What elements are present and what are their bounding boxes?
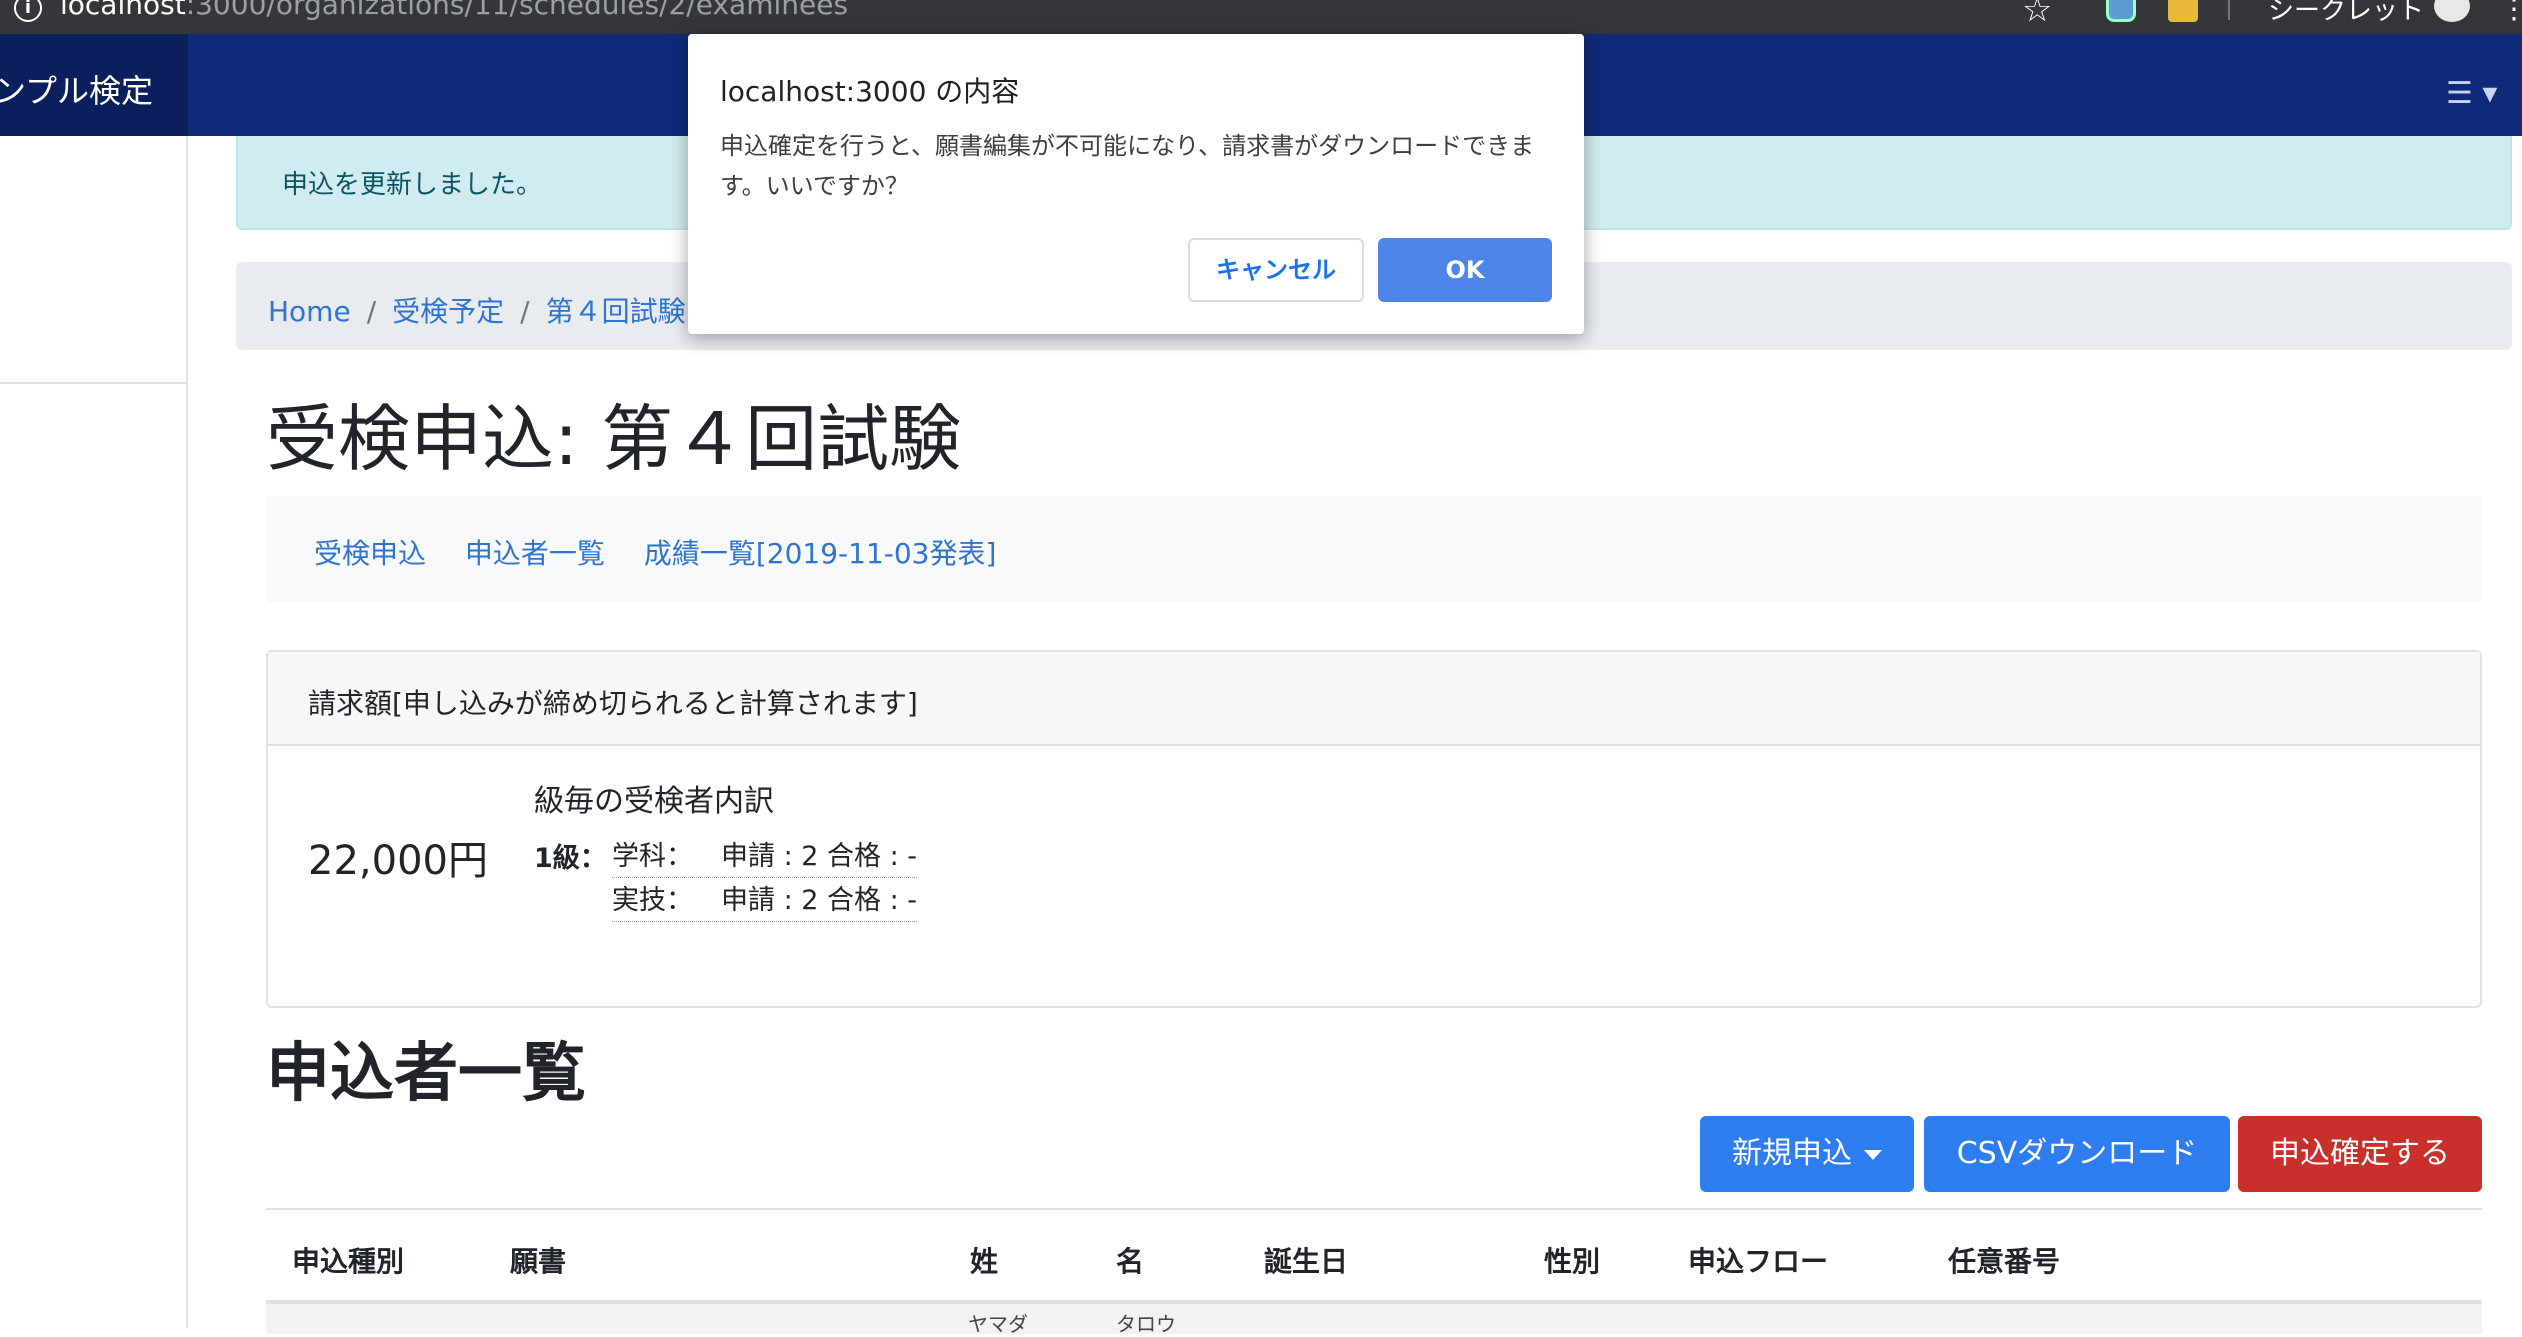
sidebar-divider — [0, 382, 188, 384]
column-header: 姓 — [970, 1245, 999, 1278]
applicants-title: 申込者一覧 — [266, 1037, 586, 1111]
pass-count: 合格 : - — [827, 841, 918, 872]
confirm-dialog: localhost:3000 の内容 申込確定を行うと、願書編集が不可能になり、… — [688, 34, 1584, 334]
apply-count: 申請 : 2 — [721, 841, 819, 872]
brand-label: ンプル検定 — [0, 72, 154, 110]
caret-down-icon — [1864, 1149, 1882, 1160]
csv-download-button[interactable]: CSVダウンロード — [1924, 1116, 2230, 1192]
breakdown-title: 級毎の受検者内訳 — [534, 784, 774, 819]
incognito-label: シークレット — [2268, 0, 2425, 26]
billing-card: 請求額[申し込みが締め切られると計算されます] 22,000円 級毎の受検者内訳… — [266, 650, 2482, 1008]
column-header: 願書 — [510, 1245, 567, 1278]
subject-label: 実技： — [612, 885, 693, 916]
breadcrumb-separator: / — [520, 295, 530, 328]
sub-nav: 受検申込 申込者一覧 成績一覧[2019-11-03発表] — [266, 496, 2482, 602]
breadcrumb-home[interactable]: Home — [268, 295, 351, 328]
apply-count: 申請 : 2 — [721, 885, 819, 916]
sidebar — [0, 136, 188, 1328]
dialog-message: 申込確定を行うと、願書編集が不可能になり、請求書がダウンロードできます。いいです… — [720, 132, 1535, 200]
table-header: 申込種別 願書 姓 名 誕生日 性別 申込フロー 任意番号 — [266, 1208, 2482, 1304]
address-bar[interactable]: localhost:3000/organizations/11/schedule… — [60, 0, 848, 21]
billing-header: 請求額[申し込みが締め切られると計算されます] — [268, 652, 2480, 746]
page-title: 受検申込: 第４回試験 — [266, 397, 962, 481]
last-name-kana: ヤマダ — [968, 1312, 1028, 1336]
browser-menu-icon[interactable]: ⋮ — [2500, 0, 2522, 25]
toolbar-divider — [2228, 0, 2230, 20]
subnav-apply[interactable]: 受検申込 — [314, 537, 426, 570]
new-application-button[interactable]: 新規申込 — [1700, 1116, 1914, 1192]
breakdown-row: 実技： 申請 : 2 合格 : - — [612, 878, 918, 922]
pass-count: 合格 : - — [827, 885, 918, 916]
subject-label: 学科： — [612, 841, 693, 872]
hamburger-icon[interactable]: ☰ ▾ — [2446, 76, 2498, 111]
incognito-icon — [2434, 0, 2470, 22]
new-application-label: 新規申込 — [1732, 1136, 1852, 1171]
extension-icon[interactable] — [2168, 0, 2198, 22]
brand[interactable]: ンプル検定 — [0, 34, 188, 136]
info-icon[interactable]: i — [14, 0, 42, 22]
first-name-kana: タロウ — [1116, 1312, 1176, 1336]
breadcrumb-exam[interactable]: 第４回試験 — [546, 295, 686, 328]
column-header: 任意番号 — [1948, 1245, 2061, 1278]
confirm-application-button[interactable]: 申込確定する — [2238, 1116, 2482, 1192]
alert-message: 申込を更新しました。 — [282, 170, 543, 200]
subnav-applicants[interactable]: 申込者一覧 — [465, 537, 605, 570]
column-header: 申込種別 — [292, 1245, 405, 1278]
grade-label: 1級： — [534, 843, 607, 874]
cancel-button[interactable]: キャンセル — [1188, 238, 1364, 302]
dialog-title: localhost:3000 の内容 — [720, 75, 1020, 108]
browser-toolbar: i localhost:3000/organizations/11/schedu… — [0, 0, 2522, 34]
url-path: :3000/organizations/11/schedules/2/exami… — [185, 0, 849, 21]
column-header: 性別 — [1544, 1245, 1601, 1278]
breadcrumb-separator: / — [366, 295, 377, 328]
billing-amount: 22,000円 — [308, 838, 488, 884]
breakdown-row: 学科： 申請 : 2 合格 : - — [612, 834, 918, 878]
column-header: 誕生日 — [1264, 1245, 1349, 1278]
url-host: localhost — [60, 0, 186, 21]
table-row[interactable]: ヤマダ タロウ — [266, 1304, 2482, 1336]
breadcrumb-schedule[interactable]: 受検予定 — [392, 295, 504, 328]
extension-icon[interactable] — [2106, 0, 2136, 22]
column-header: 名 — [1116, 1245, 1145, 1278]
column-header: 申込フロー — [1688, 1245, 1829, 1278]
ok-button[interactable]: OK — [1378, 238, 1552, 302]
subnav-results[interactable]: 成績一覧[2019-11-03発表] — [644, 537, 997, 570]
bookmark-star-icon[interactable]: ☆ — [2022, 0, 2052, 30]
